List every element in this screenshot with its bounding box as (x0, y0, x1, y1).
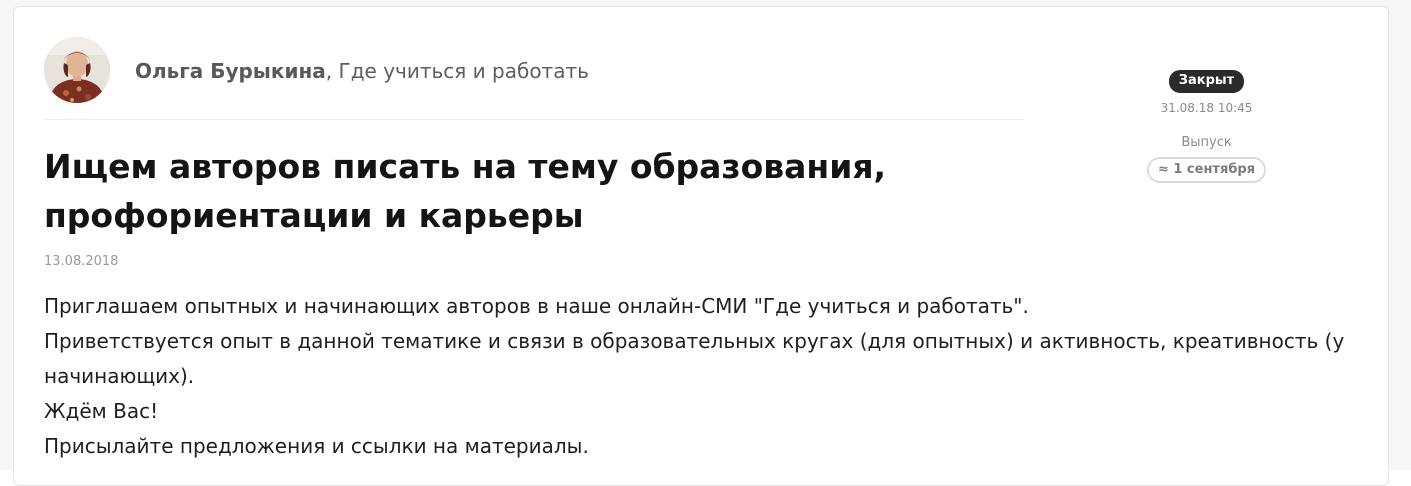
status-badge: Закрыт (1168, 70, 1245, 93)
avatar-photo-icon (44, 37, 110, 103)
author-name-link[interactable]: Ольга Бурыкина (135, 59, 326, 83)
post-title: Ищем авторов писать на тему образования,… (44, 147, 887, 235)
avatar[interactable] (44, 37, 110, 103)
post-date: 13.08.2018 (44, 254, 119, 269)
header-divider (44, 119, 1024, 120)
author-organization-link[interactable]: Где учиться и работать (332, 59, 589, 83)
issue-date-chip[interactable]: ≈ 1 сентября (1146, 157, 1267, 183)
status-panel: Закрыт 31.08.18 10:45 Выпуск ≈ 1 сентябр… (1134, 69, 1279, 183)
post-body: Приглашаем опытных и начинающих авторов … (44, 289, 1364, 464)
body-paragraph: Приветствуется опыт в данной тематике и … (44, 329, 1345, 388)
body-paragraph: Приглашаем опытных и начинающих авторов … (44, 294, 1029, 318)
author-line: Ольга Бурыкина, Где учиться и работать (135, 59, 589, 83)
issue-label: Выпуск (1181, 135, 1232, 150)
post-card: Ольга Бурыкина, Где учиться и работать И… (13, 6, 1389, 486)
closed-timestamp: 31.08.18 10:45 (1160, 101, 1253, 115)
body-paragraph: Ждём Вас! (44, 399, 159, 423)
body-paragraph: Присылайте предложения и ссылки на матер… (44, 434, 589, 458)
